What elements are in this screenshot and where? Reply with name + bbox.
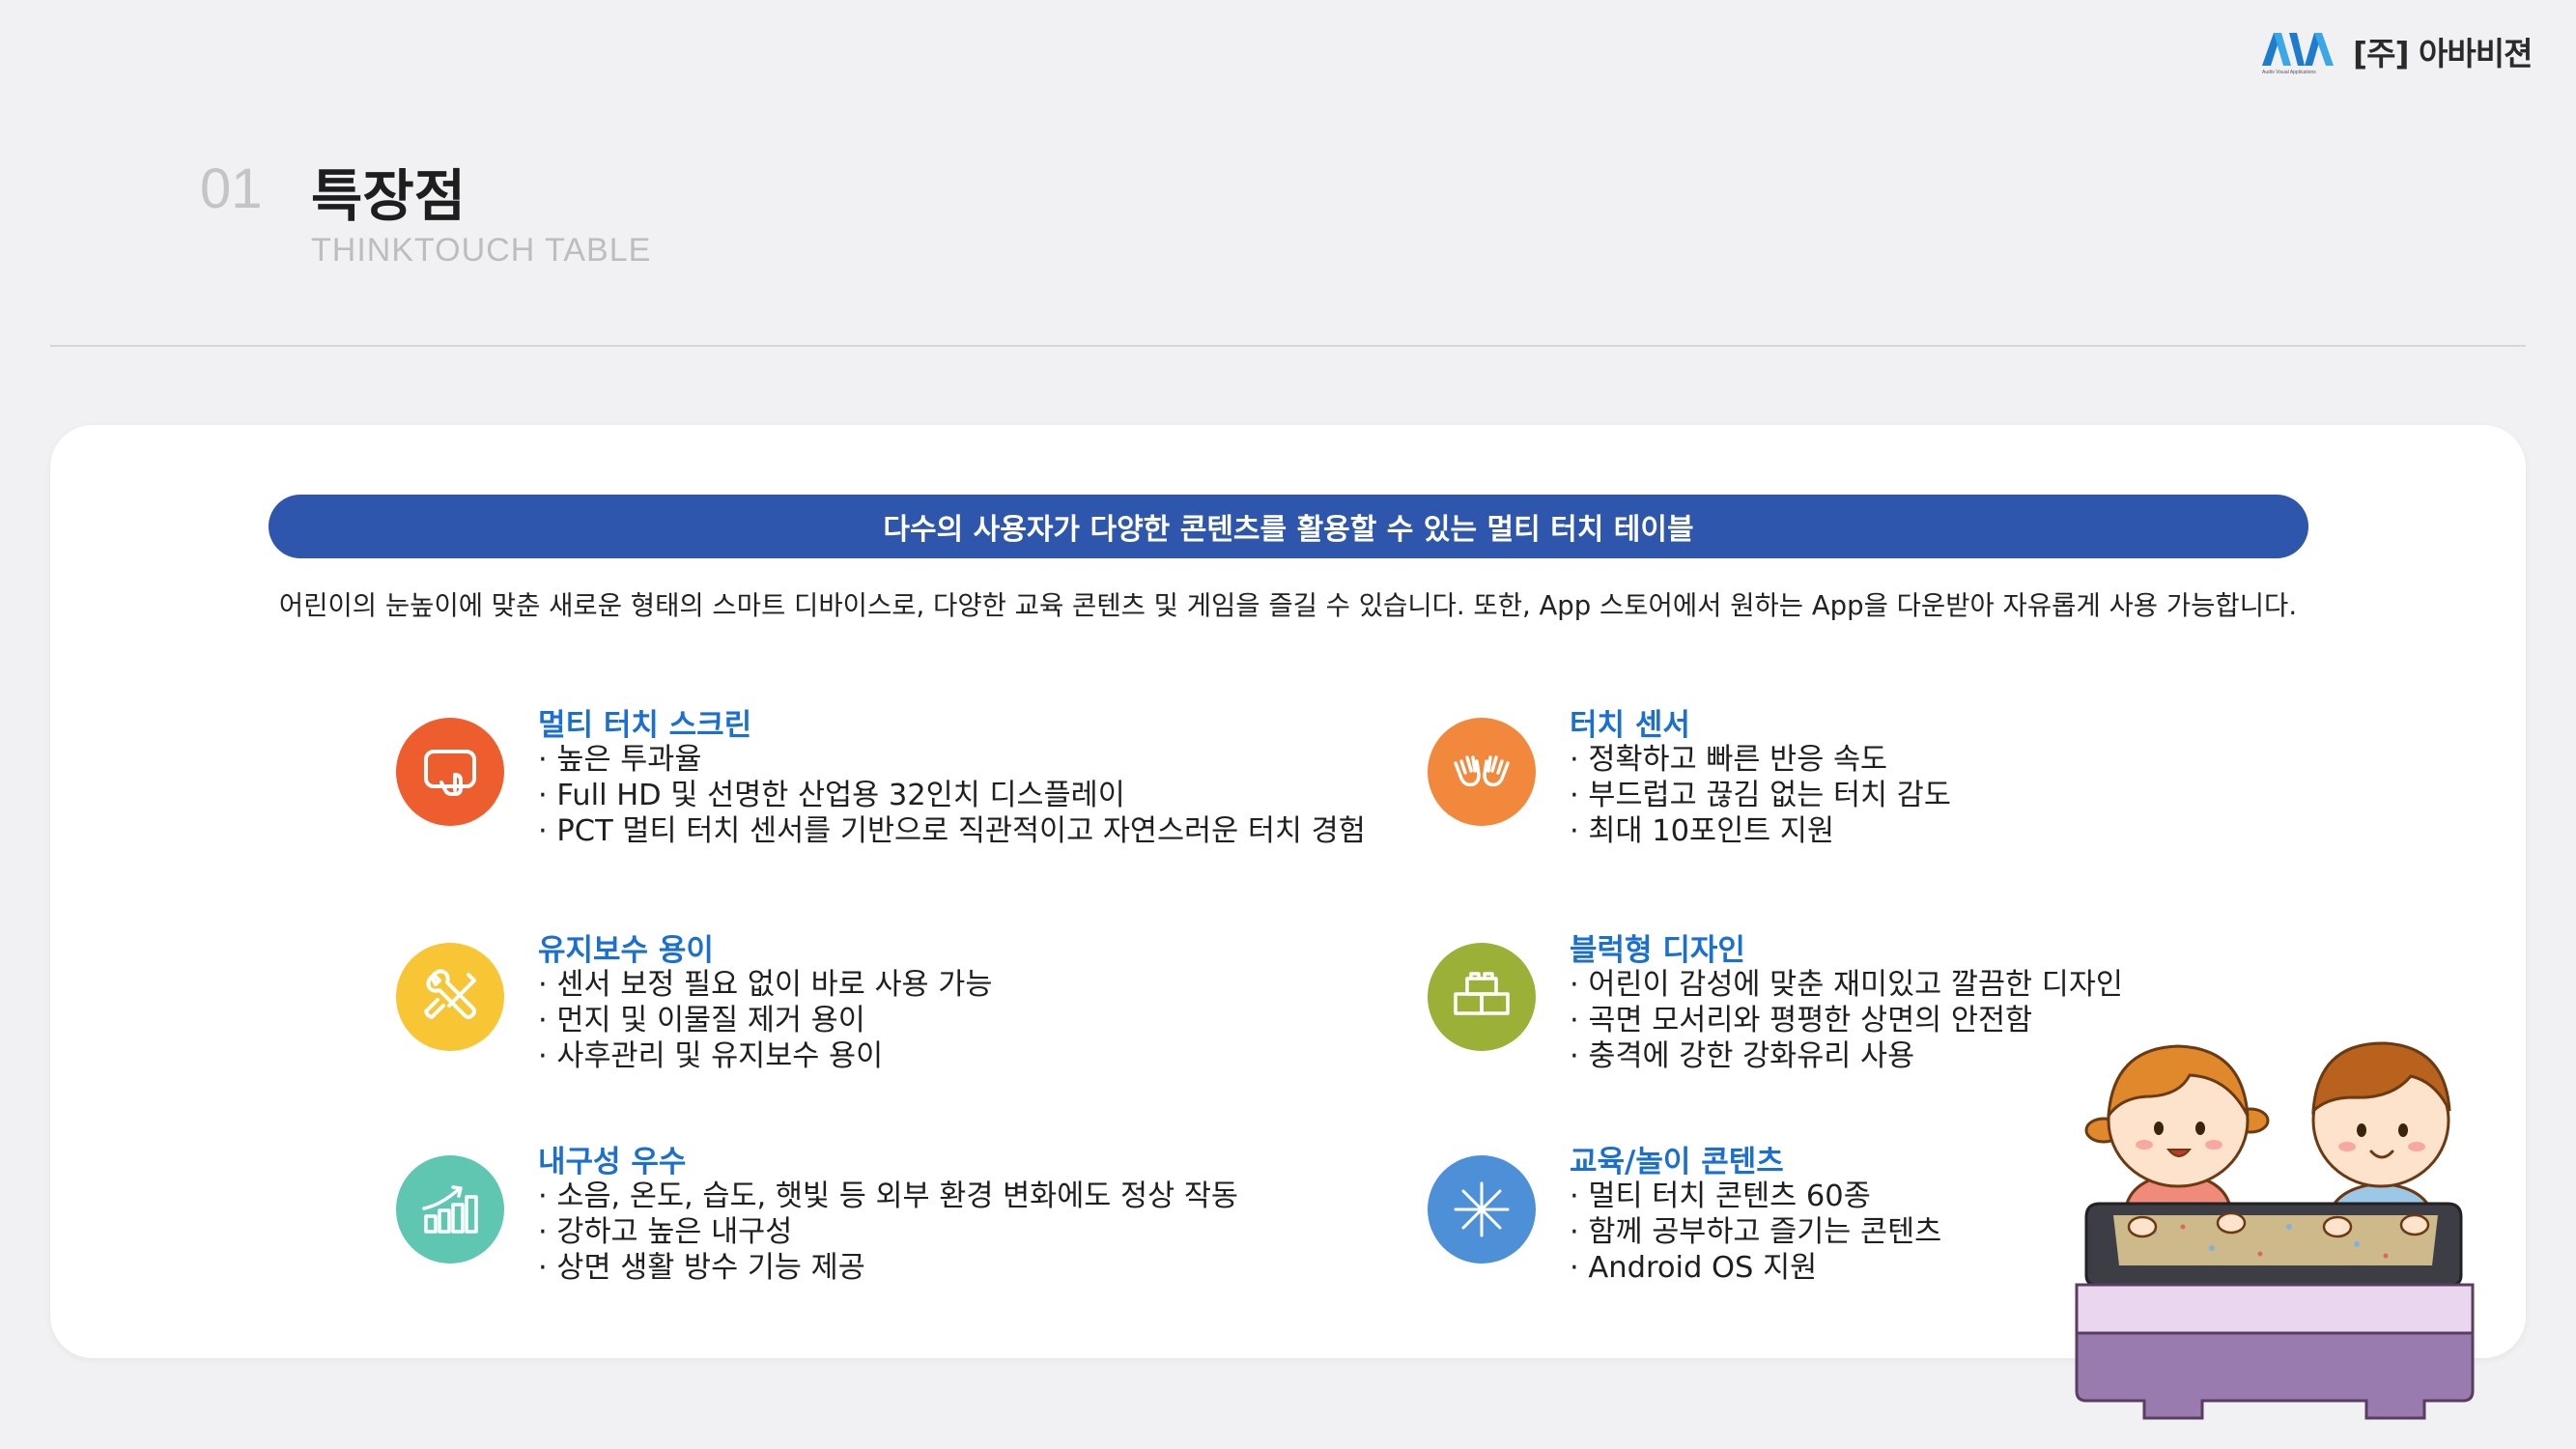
feature-item: Android OS 지원 bbox=[1570, 1243, 1817, 1286]
asterisk-icon bbox=[1454, 1181, 1510, 1237]
company-name: [주] 아바비젼 bbox=[2353, 35, 2533, 72]
headline-banner: 다수의 사용자가 다양한 콘텐츠를 활용할 수 있는 멀티 터치 테이블 bbox=[269, 495, 2308, 558]
hands-icon bbox=[1454, 755, 1510, 787]
feature-icon-circle bbox=[396, 718, 504, 826]
intro-text: 어린이의 눈높이에 맞춘 새로운 형태의 스마트 디바이스로, 다양한 교육 콘… bbox=[278, 590, 2298, 621]
section-subtitle: THINKTOUCH TABLE bbox=[311, 232, 652, 269]
ava-logo-icon: Audio Visual Applications bbox=[2262, 33, 2334, 75]
feature-icon-circle bbox=[396, 943, 504, 1051]
growth-chart-icon bbox=[422, 1185, 478, 1234]
feature-item: 상면 생활 방수 기능 제공 bbox=[538, 1243, 864, 1286]
logo-tagline: Audio Visual Applications bbox=[2262, 70, 2316, 75]
feature-icon-circle bbox=[1428, 1155, 1536, 1264]
section-title: 특장점 bbox=[311, 163, 467, 229]
feature-icon-circle bbox=[1428, 718, 1536, 826]
blocks-icon bbox=[1454, 972, 1510, 1015]
feature-item: 사후관리 및 유지보수 용이 bbox=[538, 1032, 883, 1074]
feature-item: 최대 10포인트 지원 bbox=[1570, 807, 1834, 849]
header-divider bbox=[50, 345, 2526, 347]
feature-icon-circle bbox=[396, 1155, 504, 1264]
feature-icon-circle bbox=[1428, 943, 1536, 1051]
feature-item: 충격에 강한 강화유리 사용 bbox=[1570, 1032, 1914, 1074]
children-at-touch-table-illustration bbox=[2075, 1041, 2475, 1420]
section-number: 01 bbox=[200, 157, 263, 220]
feature-item: PCT 멀티 터치 센서를 기반으로 직관적이고 자연스러운 터치 경험 bbox=[538, 807, 1365, 849]
company-logo: Audio Visual Applications [주] 아바비젼 bbox=[2260, 27, 2533, 75]
tools-icon bbox=[424, 969, 476, 1019]
touch-screen-icon bbox=[424, 750, 476, 796]
